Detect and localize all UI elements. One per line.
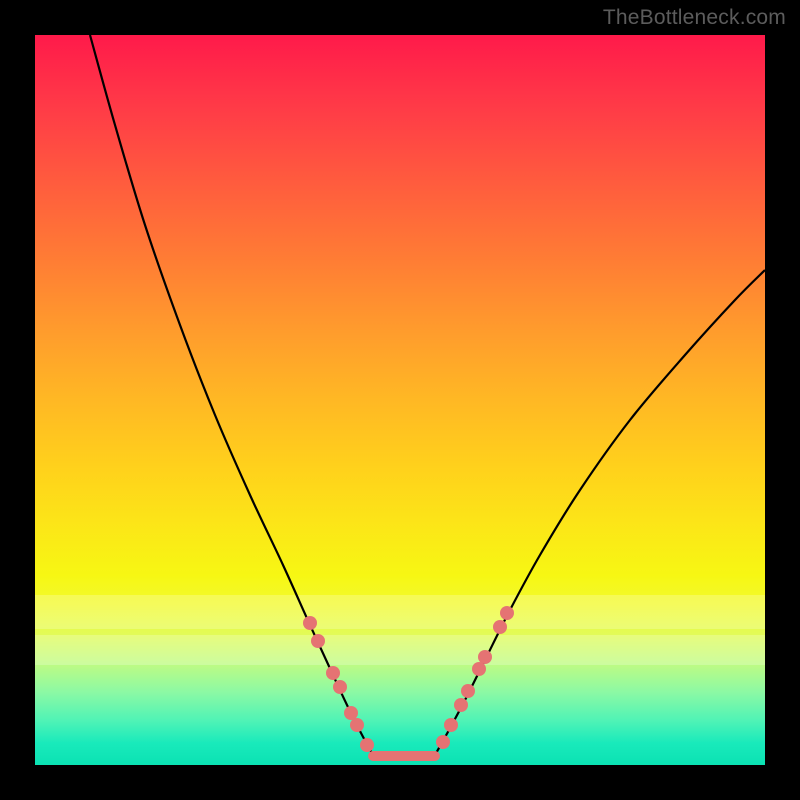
data-dot [303,616,317,630]
curves-svg [35,35,765,765]
data-dot [472,662,486,676]
data-dot [461,684,475,698]
watermark-text: TheBottleneck.com [603,6,786,30]
data-dot [454,698,468,712]
data-dot [360,738,374,752]
dots-left-group [303,616,374,752]
chart-frame: TheBottleneck.com [0,0,800,800]
data-dot [326,666,340,680]
data-dot [333,680,347,694]
dots-right-group [436,606,514,749]
plot-area [35,35,765,765]
data-dot [500,606,514,620]
right-curve [435,270,765,755]
data-dot [478,650,492,664]
data-dot [350,718,364,732]
data-dot [444,718,458,732]
data-dot [344,706,358,720]
data-dot [436,735,450,749]
left-curve [90,35,373,755]
data-dot [493,620,507,634]
data-dot [311,634,325,648]
